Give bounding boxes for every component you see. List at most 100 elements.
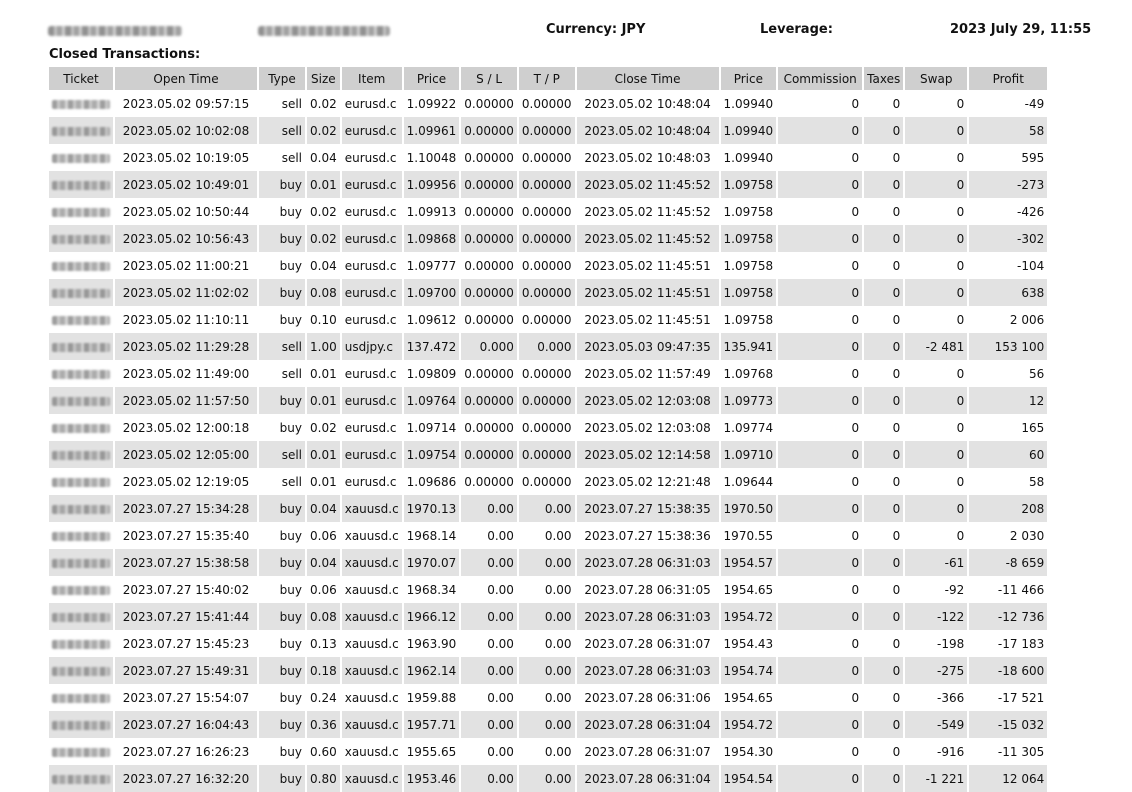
swap-cell: -2 481 — [905, 333, 968, 360]
take-profit-cell: 0.00000 — [518, 225, 575, 252]
table-row[interactable]: 2023.05.02 11:49:00 sell 0.01 eurusd.c 1.098… — [49, 360, 1047, 387]
table-row[interactable]: 2023.07.27 15:49:31 buy 0.18 xauusd.c 1962.1… — [49, 657, 1048, 684]
type-cell: buy — [279, 420, 302, 435]
col-header-size[interactable]: Size — [307, 67, 340, 90]
col-header-close-price[interactable]: Price — [720, 67, 777, 90]
close-time-cell: 2023.07.28 06:31:04 — [576, 711, 719, 738]
take-profit-cell: 0.00 — [518, 765, 575, 792]
type-cell: buy — [259, 279, 305, 306]
table-row[interactable]: 2023.05.02 11:57:50 buy 0.01 eurusd.c 1.0976… — [49, 387, 1048, 414]
table-row[interactable]: 2023.07.27 15:54:07 buy 0.24 xauusd.c 1959.8… — [49, 684, 1047, 711]
commission-cell: 0 — [851, 420, 860, 435]
col-header-stop-loss[interactable]: S / L — [461, 67, 517, 90]
ticket-cell — [49, 495, 113, 522]
type-cell: sell — [259, 333, 305, 360]
open-price-cell: 1.09913 — [406, 204, 457, 219]
swap-cell: 0 — [956, 366, 965, 381]
open-time-cell: 2023.07.27 15:49:31 — [115, 657, 257, 684]
taxes-cell: 0 — [864, 549, 904, 576]
redacted-ticket — [52, 423, 110, 433]
commission-cell: 0 — [778, 603, 863, 630]
col-header-ticket[interactable]: Ticket — [49, 67, 113, 90]
table-row[interactable]: 2023.07.27 16:04:43 buy 0.36 xauusd.c 1957.7… — [49, 711, 1048, 738]
profit-cell: -11 305 — [997, 744, 1045, 759]
profit-cell: -49 — [1024, 96, 1045, 111]
table-row[interactable]: 2023.07.27 15:40:02 buy 0.06 xauusd.c 1968.3… — [49, 576, 1047, 603]
table-row[interactable]: 2023.05.02 11:29:28 sell 1.00 usdjpy.c 137.4… — [49, 333, 1048, 360]
table-row[interactable]: 2023.05.02 12:19:05 sell 0.01 eurusd.c 1.096… — [49, 468, 1047, 495]
close-price-cell: 1954.65 — [723, 690, 774, 705]
size-cell: 0.01 — [310, 366, 337, 381]
ticket-cell — [49, 684, 113, 711]
close-time-cell: 2023.05.02 10:48:04 — [584, 96, 711, 111]
table-row[interactable]: 2023.05.02 10:56:43 buy 0.02 eurusd.c 1.0986… — [49, 225, 1048, 252]
stop-loss-cell: 0.00000 — [464, 312, 514, 327]
profit-cell: 12 — [969, 387, 1048, 414]
type-cell: sell — [281, 474, 302, 489]
table-row[interactable]: 2023.07.27 15:35:40 buy 0.06 xauusd.c 1968.1… — [49, 522, 1047, 549]
profit-cell: 165 — [1021, 420, 1045, 435]
size-cell: 0.02 — [307, 225, 340, 252]
swap-cell: -122 — [905, 603, 968, 630]
table-row[interactable]: 2023.07.27 15:38:58 buy 0.04 xauusd.c 1970.0… — [49, 549, 1048, 576]
take-profit-cell: 0.00 — [544, 582, 572, 597]
commission-cell: 0 — [778, 279, 863, 306]
col-header-take-profit[interactable]: T / P — [518, 67, 575, 90]
redacted-ticket — [52, 639, 110, 649]
table-row[interactable]: 2023.07.27 16:32:20 buy 0.80 xauusd.c 1953.4… — [49, 765, 1048, 792]
col-header-profit[interactable]: Profit — [969, 67, 1048, 90]
ticket-cell — [49, 738, 113, 765]
close-price-cell: 1.09768 — [723, 366, 774, 381]
ticket-cell — [49, 603, 113, 630]
profit-cell: 208 — [969, 495, 1048, 522]
type-cell: sell — [281, 150, 302, 165]
profit-cell: 153 100 — [969, 333, 1048, 360]
open-price-cell: 1.09777 — [406, 258, 457, 273]
col-header-type[interactable]: Type — [259, 67, 305, 90]
table-row[interactable]: 2023.05.02 10:49:01 buy 0.01 eurusd.c 1.0995… — [49, 171, 1048, 198]
close-price-cell: 1.09710 — [720, 441, 777, 468]
close-price-cell: 135.941 — [720, 333, 777, 360]
table-row[interactable]: 2023.05.02 10:50:44 buy 0.02 eurusd.c 1.0991… — [49, 198, 1047, 225]
swap-cell: -198 — [937, 636, 965, 651]
table-row[interactable]: 2023.07.27 15:45:23 buy 0.13 xauusd.c 1963.9… — [49, 630, 1047, 657]
swap-cell: 0 — [956, 474, 965, 489]
item-cell: xauusd.c — [344, 582, 399, 597]
item-cell: eurusd.c — [341, 117, 402, 144]
table-row[interactable]: 2023.05.02 12:00:18 buy 0.02 eurusd.c 1.0971… — [49, 414, 1047, 441]
profit-cell: -426 — [1017, 204, 1045, 219]
redacted-ticket — [52, 531, 110, 541]
col-header-commission[interactable]: Commission — [778, 67, 863, 90]
table-row[interactable]: 2023.07.27 16:26:23 buy 0.60 xauusd.c 1955.6… — [49, 738, 1047, 765]
table-row[interactable]: 2023.05.02 11:10:11 buy 0.10 eurusd.c 1.0961… — [49, 306, 1047, 333]
col-header-item[interactable]: Item — [341, 67, 402, 90]
swap-cell: -61 — [905, 549, 968, 576]
table-row[interactable]: 2023.05.02 12:05:00 sell 0.01 eurusd.c 1.097… — [49, 441, 1048, 468]
col-header-open-time[interactable]: Open Time — [115, 67, 257, 90]
profit-cell: 638 — [969, 279, 1048, 306]
col-header-close-time[interactable]: Close Time — [576, 67, 719, 90]
table-row[interactable]: 2023.07.27 15:34:28 buy 0.04 xauusd.c 1970.1… — [49, 495, 1048, 522]
commission-cell: 0 — [778, 387, 863, 414]
col-header-open-price[interactable]: Price — [403, 67, 460, 90]
close-time-cell: 2023.07.28 06:31:03 — [576, 549, 719, 576]
table-row[interactable]: 2023.05.02 10:02:08 sell 0.02 eurusd.c 1.099… — [49, 117, 1048, 144]
table-row[interactable]: 2023.05.02 09:57:15 sell 0.02 eurusd.c 1.099… — [49, 90, 1047, 117]
table-row[interactable]: 2023.05.02 11:02:02 buy 0.08 eurusd.c 1.0970… — [49, 279, 1048, 306]
size-cell: 0.24 — [310, 690, 337, 705]
take-profit-cell: 0.00 — [544, 690, 572, 705]
taxes-cell: 0 — [892, 96, 901, 111]
stop-loss-cell: 0.00000 — [464, 420, 514, 435]
redacted-ticket — [52, 315, 110, 325]
open-time-cell: 2023.07.27 16:26:23 — [122, 744, 250, 759]
col-header-swap[interactable]: Swap — [905, 67, 968, 90]
open-time-cell: 2023.05.02 10:49:01 — [115, 171, 257, 198]
type-cell: buy — [279, 204, 302, 219]
open-price-cell: 1.09922 — [406, 96, 457, 111]
table-row[interactable]: 2023.07.27 15:41:44 buy 0.08 xauusd.c 1966.1… — [49, 603, 1048, 630]
open-time-cell: 2023.07.27 15:41:44 — [115, 603, 257, 630]
table-row[interactable]: 2023.05.02 10:19:05 sell 0.04 eurusd.c 1.100… — [49, 144, 1047, 171]
col-header-taxes[interactable]: Taxes — [864, 67, 904, 90]
table-row[interactable]: 2023.05.02 11:00:21 buy 0.04 eurusd.c 1.0977… — [49, 252, 1047, 279]
stop-loss-cell: 0.00000 — [464, 474, 514, 489]
